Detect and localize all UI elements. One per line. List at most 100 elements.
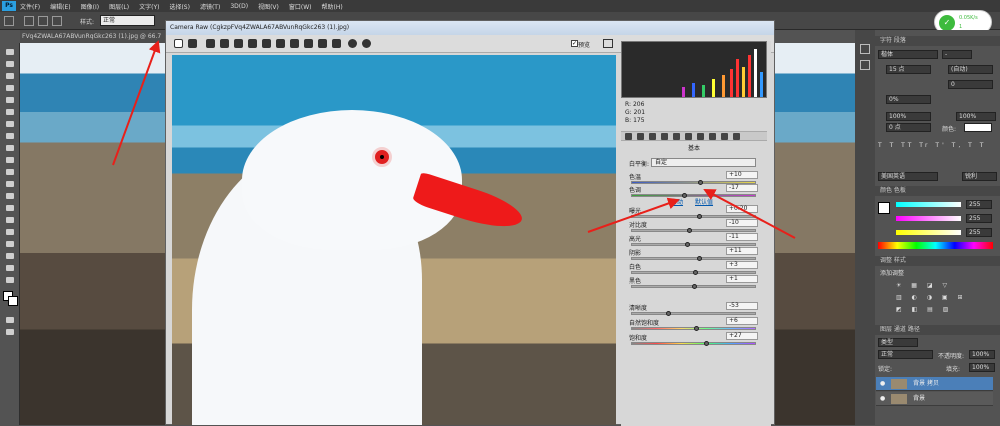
slider-value-field[interactable]: +0.20 bbox=[726, 205, 758, 213]
blur-tool-icon[interactable] bbox=[4, 191, 16, 201]
adjust-slider[interactable] bbox=[631, 193, 756, 198]
leading-field[interactable]: (自动) bbox=[948, 65, 993, 74]
red-eye-icon[interactable] bbox=[290, 39, 299, 48]
text-style-buttons[interactable]: T T TT Tr T' T, T T bbox=[878, 142, 993, 150]
character-panel-tabs[interactable]: 字符 段落 bbox=[856, 36, 1000, 46]
menu-layer[interactable]: 图层(L) bbox=[109, 2, 129, 11]
eye-icon[interactable]: ● bbox=[880, 380, 885, 387]
move-tool-icon[interactable] bbox=[4, 47, 16, 57]
adjust-panel-tabs[interactable]: 调整 样式 bbox=[856, 256, 1000, 266]
quick-mask-icon[interactable] bbox=[4, 315, 16, 325]
zoom-tool-icon[interactable] bbox=[4, 275, 16, 285]
adjust-slider[interactable] bbox=[631, 256, 756, 261]
camera-raw-preview[interactable] bbox=[172, 55, 616, 425]
crop-icon[interactable] bbox=[248, 39, 257, 48]
color-panel-tabs[interactable]: 颜色 色板 bbox=[856, 186, 1000, 196]
history-brush-icon[interactable] bbox=[4, 155, 16, 165]
menu-view[interactable]: 视图(V) bbox=[258, 2, 279, 11]
menu-edit[interactable]: 编辑(E) bbox=[50, 2, 70, 11]
default-link[interactable]: 默认值 bbox=[695, 197, 713, 206]
gradient-tool-icon[interactable] bbox=[4, 179, 16, 189]
layer-kind-select[interactable]: 类型 bbox=[878, 338, 918, 347]
adjust-slider[interactable] bbox=[631, 242, 756, 247]
layers-panel-tabs[interactable]: 图层 通道 路径 bbox=[856, 325, 1000, 335]
color-sampler-icon[interactable] bbox=[220, 39, 229, 48]
tools-icon[interactable] bbox=[860, 44, 870, 54]
tracking-field[interactable]: 0 bbox=[948, 80, 993, 89]
crop-tool-icon[interactable] bbox=[4, 95, 16, 105]
radial-filter-icon[interactable] bbox=[332, 39, 341, 48]
slider-value-field[interactable]: -53 bbox=[726, 302, 758, 310]
background-color-swatch[interactable] bbox=[8, 296, 18, 306]
menu-help[interactable]: 帮助(H) bbox=[322, 2, 343, 11]
path-select-icon[interactable] bbox=[4, 239, 16, 249]
menu-file[interactable]: 文件(F) bbox=[20, 2, 40, 11]
document-tab[interactable]: FVq4ZWALA67ABVunRqGkc263 (1).jpg @ 66.7 bbox=[20, 30, 165, 43]
fullscreen-icon[interactable] bbox=[603, 39, 613, 48]
kerning-field[interactable]: 0% bbox=[886, 95, 931, 104]
menu-select[interactable]: 选择(S) bbox=[169, 2, 190, 11]
font-size-field[interactable]: 15 点 bbox=[886, 65, 931, 74]
hand-tool-icon[interactable] bbox=[4, 263, 16, 273]
menu-type[interactable]: 文字(Y) bbox=[139, 2, 159, 11]
g-slider[interactable] bbox=[896, 216, 961, 221]
shape-tool-icon[interactable] bbox=[4, 251, 16, 261]
character-icon[interactable] bbox=[860, 60, 870, 70]
slider-value-field[interactable]: +1 bbox=[726, 275, 758, 283]
graduated-filter-icon[interactable] bbox=[318, 39, 327, 48]
fg-color-swatch[interactable] bbox=[878, 202, 890, 214]
font-family-select[interactable]: 楷体 bbox=[878, 50, 938, 59]
brush-tool-icon[interactable] bbox=[4, 131, 16, 141]
slider-thumb[interactable] bbox=[666, 311, 671, 316]
color-spectrum[interactable] bbox=[878, 242, 993, 249]
dodge-tool-icon[interactable] bbox=[4, 203, 16, 213]
preview-checkbox[interactable]: ✓ bbox=[571, 40, 578, 47]
straighten-icon[interactable] bbox=[262, 39, 271, 48]
slider-value-field[interactable]: -17 bbox=[726, 184, 758, 192]
rotate-icon[interactable] bbox=[362, 39, 371, 48]
slider-value-field[interactable]: +27 bbox=[726, 332, 758, 340]
slider-thumb[interactable] bbox=[694, 326, 699, 331]
fill-field[interactable]: 100% bbox=[969, 363, 995, 372]
r-value-field[interactable]: 255 bbox=[966, 200, 992, 209]
menu-3d[interactable]: 3D(D) bbox=[230, 3, 248, 10]
slider-value-field[interactable]: +11 bbox=[726, 247, 758, 255]
screen-mode-icon[interactable] bbox=[4, 327, 16, 337]
healing-brush-icon[interactable] bbox=[4, 119, 16, 129]
slider-thumb[interactable] bbox=[693, 270, 698, 275]
slider-thumb[interactable] bbox=[697, 214, 702, 219]
opacity-field[interactable]: 100% bbox=[969, 350, 995, 359]
adjust-slider[interactable] bbox=[631, 311, 756, 316]
b-value-field[interactable]: 255 bbox=[966, 228, 992, 237]
adjustment-brush-icon[interactable] bbox=[304, 39, 313, 48]
eye-icon[interactable]: ● bbox=[880, 395, 885, 402]
slider-thumb[interactable] bbox=[697, 256, 702, 261]
quick-select-tool-icon[interactable] bbox=[4, 83, 16, 93]
add-selection-icon[interactable] bbox=[38, 16, 48, 26]
horizontal-scale-field[interactable]: 100% bbox=[956, 112, 996, 121]
slider-value-field[interactable]: -10 bbox=[726, 219, 758, 227]
menu-filter[interactable]: 滤镜(T) bbox=[200, 2, 220, 11]
adjust-slider[interactable] bbox=[631, 341, 756, 346]
eraser-tool-icon[interactable] bbox=[4, 167, 16, 177]
adjust-slider[interactable] bbox=[631, 270, 756, 275]
text-color-swatch[interactable] bbox=[964, 123, 992, 132]
slider-value-field[interactable]: +6 bbox=[726, 317, 758, 325]
adjust-icons-grid[interactable]: ☀ ▦ ◪ ▽ ▥ ◐ ◑ ▣ ⊞ ◩ ◧ ▤ ▨ bbox=[896, 280, 986, 320]
layer-row[interactable]: ● 背景 拷贝 bbox=[876, 377, 993, 391]
spot-removal-icon[interactable] bbox=[276, 39, 285, 48]
subtract-selection-icon[interactable] bbox=[52, 16, 62, 26]
g-value-field[interactable]: 255 bbox=[966, 214, 992, 223]
preferences-icon[interactable] bbox=[348, 39, 357, 48]
white-balance-icon[interactable] bbox=[206, 39, 215, 48]
menu-image[interactable]: 图像(I) bbox=[81, 2, 99, 11]
adjust-slider[interactable] bbox=[631, 284, 756, 289]
zoom-icon[interactable] bbox=[174, 39, 183, 48]
font-style-select[interactable]: - bbox=[942, 50, 972, 59]
marquee-tool-icon[interactable] bbox=[4, 16, 14, 26]
slider-value-field[interactable]: +3 bbox=[726, 261, 758, 269]
new-selection-icon[interactable] bbox=[24, 16, 34, 26]
baseline-field[interactable]: 0 点 bbox=[886, 123, 931, 132]
adjust-slider[interactable] bbox=[631, 214, 756, 219]
adjust-slider[interactable] bbox=[631, 326, 756, 331]
